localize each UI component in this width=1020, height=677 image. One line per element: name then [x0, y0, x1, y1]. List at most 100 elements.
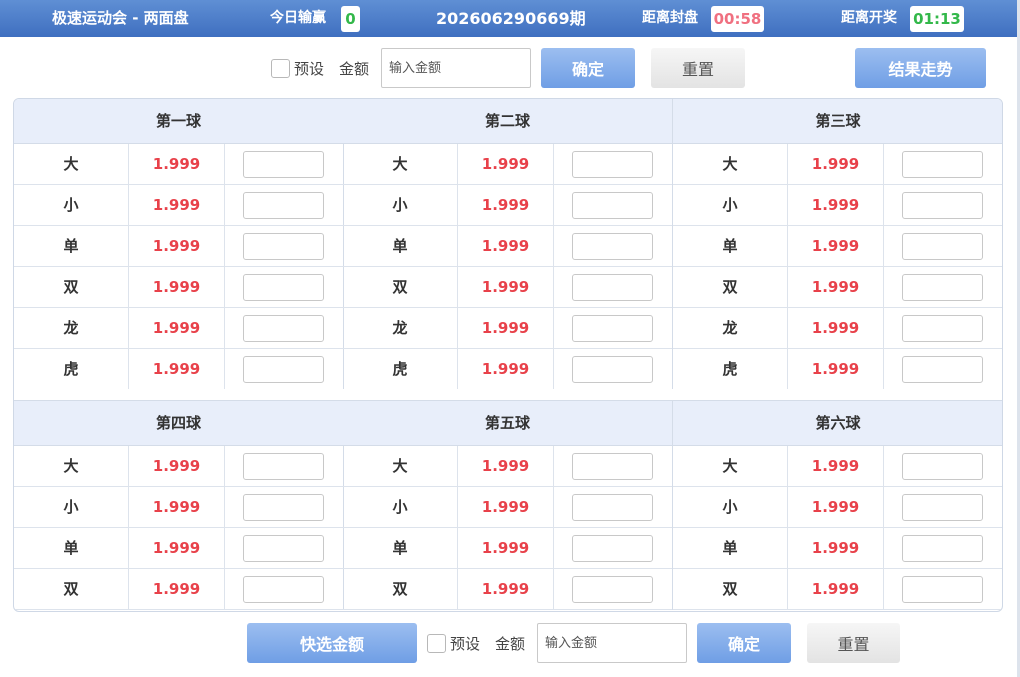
bet-amount-input[interactable] — [902, 576, 983, 603]
bet-odds: 1.999 — [788, 528, 884, 568]
bet-amount-input[interactable] — [572, 453, 653, 480]
bet-row: 大 1.999 — [343, 446, 672, 487]
bet-name: 大 — [343, 446, 458, 486]
bet-row: 虎 1.999 — [673, 349, 1002, 390]
bet-name: 小 — [14, 487, 129, 527]
bet-amount-input[interactable] — [572, 576, 653, 603]
bet-odds: 1.999 — [129, 569, 225, 609]
preset-label-top: 预设 — [294, 60, 325, 78]
bet-name: 单 — [673, 226, 788, 266]
bet-amount-input[interactable] — [902, 192, 983, 219]
bet-amount-input[interactable] — [572, 315, 653, 342]
preset-checkbox-top[interactable] — [271, 59, 290, 78]
bet-name: 单 — [343, 528, 458, 568]
bet-amount-input[interactable] — [243, 192, 324, 219]
bet-name: 单 — [14, 226, 129, 266]
bet-row: 单 1.999 — [14, 528, 343, 569]
bet-name: 双 — [14, 267, 129, 307]
bet-amount-input[interactable] — [243, 356, 324, 383]
bet-amount-input[interactable] — [572, 192, 653, 219]
bet-odds: 1.999 — [129, 267, 225, 307]
bet-amount-input[interactable] — [572, 151, 653, 178]
ball-3-column: 第三球 大 1.999 小 1.999 单 1.999 双 1.999 龙 1.999 虎… — [673, 99, 1002, 390]
quick-amount-button[interactable]: 快选金额 — [247, 623, 417, 663]
bet-name: 大 — [343, 144, 458, 184]
bet-odds: 1.999 — [788, 446, 884, 486]
bet-amount-input[interactable] — [243, 576, 324, 603]
ball-4-header: 第四球 — [14, 401, 343, 446]
bet-amount-input[interactable] — [572, 494, 653, 521]
bet-odds: 1.999 — [458, 569, 554, 609]
bet-amount-input[interactable] — [243, 494, 324, 521]
bet-odds: 1.999 — [458, 144, 554, 184]
ball-6-header: 第六球 — [673, 401, 1002, 446]
bet-row: 大 1.999 — [343, 144, 672, 185]
bet-odds: 1.999 — [129, 185, 225, 225]
bet-amount-input[interactable] — [243, 535, 324, 562]
bet-odds: 1.999 — [788, 569, 884, 609]
bet-row: 虎 1.999 — [343, 349, 672, 390]
bet-amount-input[interactable] — [243, 453, 324, 480]
bet-amount-input[interactable] — [902, 535, 983, 562]
bet-amount-input[interactable] — [243, 233, 324, 260]
draw-countdown-label: 距离开奖 — [841, 10, 897, 26]
bet-amount-input[interactable] — [572, 356, 653, 383]
bet-odds: 1.999 — [129, 144, 225, 184]
confirm-button-bottom[interactable]: 确定 — [697, 623, 791, 663]
bet-row: 单 1.999 — [673, 226, 1002, 267]
bet-row: 小 1.999 — [14, 487, 343, 528]
bet-amount-input[interactable] — [902, 315, 983, 342]
bet-odds: 1.999 — [788, 349, 884, 389]
bet-amount-input[interactable] — [243, 274, 324, 301]
bet-row: 双 1.999 — [673, 267, 1002, 308]
bet-row: 大 1.999 — [673, 144, 1002, 185]
amount-input-top[interactable] — [381, 48, 531, 88]
bet-row: 双 1.999 — [343, 267, 672, 308]
today-winloss-label: 今日输赢 — [270, 10, 326, 26]
bet-name: 小 — [673, 487, 788, 527]
ball-1-column: 第一球 大 1.999 小 1.999 单 1.999 双 1.999 龙 1.999 虎… — [14, 99, 344, 390]
bet-name: 虎 — [343, 349, 458, 389]
amount-input-bottom[interactable] — [537, 623, 687, 663]
bet-row: 大 1.999 — [673, 446, 1002, 487]
bet-row: 单 1.999 — [343, 226, 672, 267]
bet-amount-input[interactable] — [572, 274, 653, 301]
bet-row: 龙 1.999 — [14, 308, 343, 349]
bet-row: 双 1.999 — [343, 569, 672, 610]
bet-row: 大 1.999 — [14, 446, 343, 487]
bet-amount-input[interactable] — [243, 151, 324, 178]
bet-odds: 1.999 — [458, 528, 554, 568]
bet-name: 大 — [14, 144, 129, 184]
result-trend-button[interactable]: 结果走势 — [855, 48, 986, 88]
bet-odds: 1.999 — [788, 487, 884, 527]
bet-amount-input[interactable] — [572, 233, 653, 260]
bet-amount-input[interactable] — [902, 274, 983, 301]
bet-row: 小 1.999 — [14, 185, 343, 226]
bet-row: 龙 1.999 — [343, 308, 672, 349]
bet-odds: 1.999 — [129, 446, 225, 486]
bet-amount-input[interactable] — [902, 151, 983, 178]
close-countdown-label: 距离封盘 — [642, 10, 698, 26]
bet-amount-input[interactable] — [902, 356, 983, 383]
preset-checkbox-bottom[interactable] — [427, 634, 446, 653]
reset-button-bottom[interactable]: 重置 — [807, 623, 900, 663]
bet-amount-input[interactable] — [902, 494, 983, 521]
section-divider — [14, 389, 1002, 401]
bet-amount-input[interactable] — [243, 315, 324, 342]
reset-button-top[interactable]: 重置 — [651, 48, 745, 88]
bet-amount-input[interactable] — [572, 535, 653, 562]
bet-odds: 1.999 — [129, 226, 225, 266]
bet-odds: 1.999 — [788, 144, 884, 184]
bet-amount-input[interactable] — [902, 453, 983, 480]
confirm-button-top[interactable]: 确定 — [541, 48, 635, 88]
bet-row: 双 1.999 — [673, 569, 1002, 610]
bet-odds: 1.999 — [458, 349, 554, 389]
bet-amount-input[interactable] — [902, 233, 983, 260]
bet-name: 单 — [343, 226, 458, 266]
bet-row: 小 1.999 — [343, 487, 672, 528]
today-winloss-value: 0 — [341, 6, 360, 32]
bet-name: 虎 — [673, 349, 788, 389]
bet-odds: 1.999 — [458, 308, 554, 348]
bet-row: 双 1.999 — [14, 267, 343, 308]
bet-odds: 1.999 — [788, 185, 884, 225]
